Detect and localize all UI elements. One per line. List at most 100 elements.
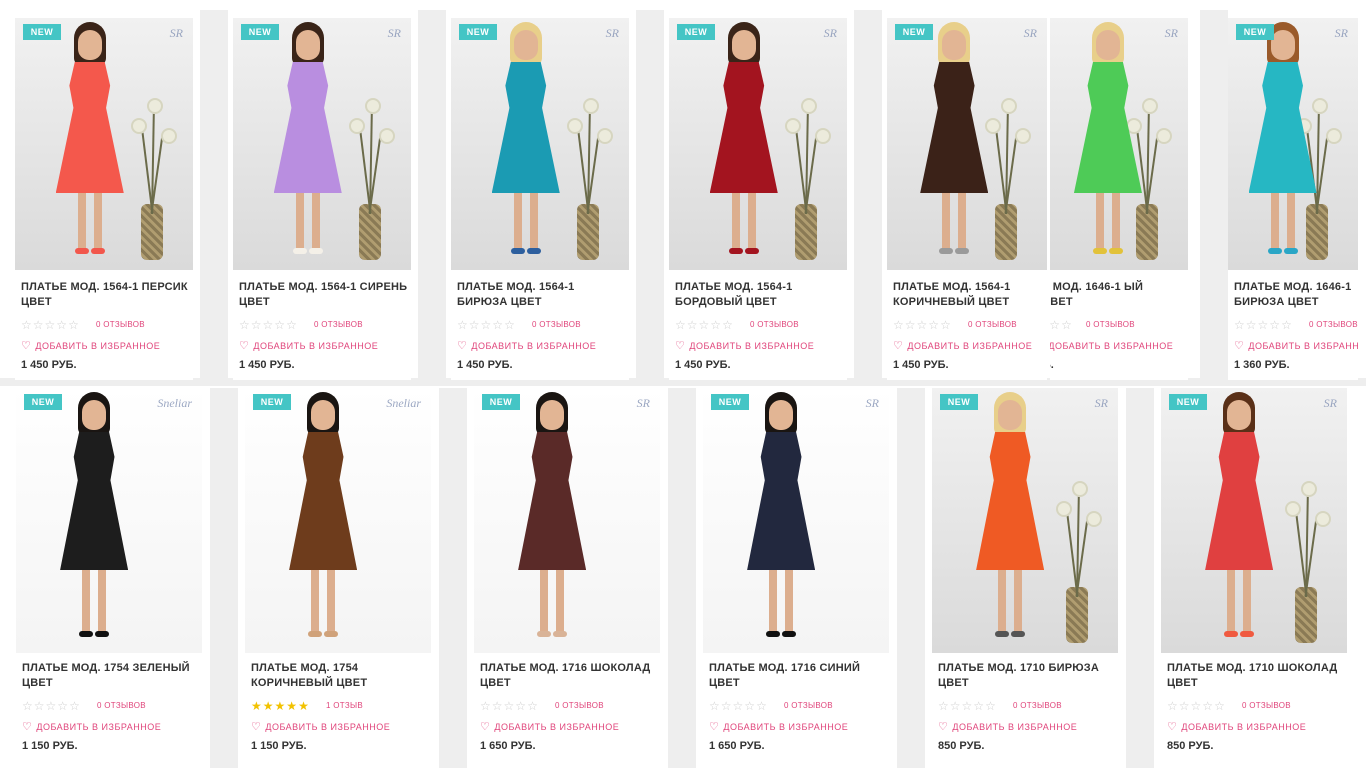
star-icon[interactable]: ☆ — [33, 318, 45, 332]
add-to-favorites-link[interactable]: ♡ДОБАВИТЬ В ИЗБРАННОЕ — [239, 339, 378, 352]
product-photo[interactable]: NEW SR — [703, 388, 889, 653]
star-icon[interactable]: ☆ — [893, 318, 905, 332]
reviews-link[interactable]: 0 ОТЗЫВОВ — [1013, 701, 1062, 710]
star-icon[interactable]: ☆ — [928, 318, 940, 332]
star-icon[interactable]: ☆ — [286, 318, 298, 332]
product-photo[interactable]: NEW SR — [932, 388, 1118, 653]
star-icon[interactable]: ☆ — [1281, 318, 1293, 332]
star-icon[interactable]: ☆ — [56, 318, 68, 332]
add-to-favorites-label[interactable]: ДОБАВИТЬ В ИЗБРАННОЕ — [723, 722, 848, 732]
product-card[interactable]: NEW SR ПЛАТЬЕ МОД. 1716 СИНИЙ ЦВЕТ ☆☆☆☆☆ 0 О… — [703, 388, 889, 768]
star-icon[interactable]: ☆ — [1246, 318, 1258, 332]
product-photo[interactable]: NEW SR — [451, 18, 629, 270]
add-to-favorites-label[interactable]: ДОБАВИТЬ В ИЗБРАННОЕ — [471, 341, 596, 351]
product-title[interactable]: ПЛАТЬЕ МОД. 1716 ШОКОЛАД ЦВЕТ — [480, 661, 658, 691]
product-card[interactable]: NEW SR ПЛАТЬЕ МОД. 1710 ШОКОЛАД ЦВЕТ ☆☆☆☆☆ 0… — [1161, 388, 1347, 768]
product-card[interactable]: NEW SR ПЛАТЬЕ МОД. 1564-1 БИРЮЗА ЦВЕТ ☆☆☆☆☆… — [451, 18, 629, 380]
star-icon[interactable]: ☆ — [1214, 699, 1226, 713]
star-icon[interactable]: ★ — [298, 699, 310, 713]
product-title[interactable]: ПЛАТЬЕ МОД. 1754 КОРИЧНЕВЫЙ ЦВЕТ — [251, 661, 429, 691]
star-icon[interactable]: ☆ — [239, 318, 251, 332]
rating-stars[interactable]: ☆☆☆☆☆ — [675, 319, 734, 331]
star-icon[interactable]: ☆ — [973, 699, 985, 713]
product-title[interactable]: ПЛАТЬЕ МОД. 1564-1 ПЕРСИК ЦВЕТ — [21, 280, 191, 310]
star-icon[interactable]: ☆ — [940, 318, 952, 332]
product-photo[interactable]: SR — [1050, 18, 1188, 270]
product-title[interactable]: E МОД. 1646-1 ЫЙ ЦВЕТ — [1050, 280, 1172, 310]
star-icon[interactable]: ☆ — [45, 318, 57, 332]
star-icon[interactable]: ☆ — [263, 318, 275, 332]
add-to-favorites-link[interactable]: ♡ДОБАВИТЬ В ИЗБРАННОЕ — [893, 339, 1032, 352]
rating-stars[interactable]: ☆☆☆☆☆ — [457, 319, 516, 331]
product-card[interactable]: NEW SR ПЛАТЬЕ МОД. 1564-1 БОРДОВЫЙ ЦВЕТ ☆☆☆… — [669, 18, 847, 380]
add-to-favorites-link[interactable]: ♡ДОБАВИТЬ В ИЗБРАННОЕ — [457, 339, 596, 352]
star-icon[interactable]: ☆ — [57, 699, 69, 713]
product-title[interactable]: ПЛАТЬЕ МОД. 1564-1 СИРЕНЬ ЦВЕТ — [239, 280, 409, 310]
star-icon[interactable]: ☆ — [469, 318, 481, 332]
star-icon[interactable]: ☆ — [675, 318, 687, 332]
product-title[interactable]: ПЛАТЬЕ МОД. 1564-1 БОРДОВЫЙ ЦВЕТ — [675, 280, 845, 310]
star-icon[interactable]: ☆ — [504, 318, 516, 332]
star-icon[interactable]: ★ — [275, 699, 287, 713]
star-icon[interactable]: ☆ — [710, 318, 722, 332]
product-photo[interactable]: NEW SR — [15, 18, 193, 270]
reviews-link[interactable]: 0 ОТЗЫВОВ — [1086, 320, 1135, 329]
add-to-favorites-label[interactable]: ДОБАВИТЬ В ИЗБРАННОЕ — [35, 341, 160, 351]
add-to-favorites-label[interactable]: ДОБАВИТЬ В ИЗБРАННОЕ — [1248, 341, 1358, 351]
rating-stars[interactable]: ★★★★★ — [251, 700, 310, 712]
star-icon[interactable]: ☆ — [917, 318, 929, 332]
rating-stars[interactable]: ☆☆☆☆☆ — [239, 319, 298, 331]
product-card[interactable]: NEW Sneliar ПЛАТЬЕ МОД. 1754 ЗЕЛЕНЫЙ ЦВЕТ ☆… — [16, 388, 202, 768]
add-to-favorites-link[interactable]: ♡ДОБАВИТЬ В ИЗБРАННОЕ — [22, 720, 161, 733]
product-title[interactable]: ПЛАТЬЕ МОД. 1754 ЗЕЛЕНЫЙ ЦВЕТ — [22, 661, 200, 691]
star-icon[interactable]: ☆ — [1167, 699, 1179, 713]
reviews-link[interactable]: 0 ОТЗЫВОВ — [968, 320, 1017, 329]
add-to-favorites-label[interactable]: ДОБАВИТЬ В ИЗБРАННОЕ — [36, 722, 161, 732]
star-icon[interactable]: ☆ — [1258, 318, 1270, 332]
reviews-link[interactable]: 0 ОТЗЫВОВ — [97, 701, 146, 710]
product-photo[interactable]: NEW Sneliar — [245, 388, 431, 653]
reviews-link[interactable]: 0 ОТЗЫВОВ — [314, 320, 363, 329]
star-icon[interactable]: ☆ — [744, 699, 756, 713]
star-icon[interactable]: ☆ — [1269, 318, 1281, 332]
rating-stars[interactable]: ☆☆☆☆☆ — [1234, 319, 1293, 331]
reviews-link[interactable]: 0 ОТЗЫВОВ — [1309, 320, 1358, 329]
star-icon[interactable]: ☆ — [1202, 699, 1214, 713]
star-icon[interactable]: ☆ — [1191, 699, 1203, 713]
product-title[interactable]: ПЛАТЬЕ МОД. 1716 СИНИЙ ЦВЕТ — [709, 661, 887, 691]
star-icon[interactable]: ☆ — [756, 699, 768, 713]
product-card[interactable]: NEW Sneliar ПЛАТЬЕ МОД. 1754 КОРИЧНЕВЫЙ ЦВ… — [245, 388, 431, 768]
star-icon[interactable]: ☆ — [69, 699, 81, 713]
star-icon[interactable]: ☆ — [21, 318, 33, 332]
reviews-link[interactable]: 0 ОТЗЫВОВ — [750, 320, 799, 329]
add-to-favorites-link[interactable]: ♡ДОБАВИТЬ В ИЗБРАННОЕ — [709, 720, 848, 733]
star-icon[interactable]: ☆ — [905, 318, 917, 332]
star-icon[interactable]: ☆ — [687, 318, 699, 332]
star-icon[interactable]: ☆ — [68, 318, 80, 332]
star-icon[interactable]: ☆ — [457, 318, 469, 332]
add-to-favorites-label[interactable]: ДОБАВИТЬ В ИЗБРАННОЕ — [952, 722, 1077, 732]
rating-stars[interactable]: ☆☆☆☆☆ — [480, 700, 539, 712]
add-to-favorites-link[interactable]: ♡ДОБАВИТЬ В ИЗБРАННОЕ — [480, 720, 619, 733]
add-to-favorites-link[interactable]: ♡ДОБАВИТЬ В ИЗБРАННОЕ — [1234, 339, 1358, 352]
star-icon[interactable]: ☆ — [492, 699, 504, 713]
product-card[interactable]: NEW SR ПЛАТЬЕ МОД. 1564-1 КОРИЧНЕВЫЙ ЦВЕТ ☆… — [887, 18, 1047, 380]
product-card[interactable]: SR E МОД. 1646-1 ЫЙ ЦВЕТ ☆☆☆☆☆ 0 ОТЗЫВОВ ♡ДО… — [1050, 18, 1188, 380]
add-to-favorites-link[interactable]: ♡ДОБАВИТЬ В ИЗБРАННОЕ — [21, 339, 160, 352]
add-to-favorites-label[interactable]: ДОБАВИТЬ В ИЗБРАННОЕ — [494, 722, 619, 732]
product-title[interactable]: ПЛАТЬЕ МОД. 1564-1 БИРЮЗА ЦВЕТ — [457, 280, 627, 310]
rating-stars[interactable]: ☆☆☆☆☆ — [1050, 319, 1073, 331]
add-to-favorites-link[interactable]: ♡ДОБАВИТЬ В ИЗБРАННОЕ — [938, 720, 1077, 733]
add-to-favorites-label[interactable]: ДОБАВИТЬ В ИЗБРАННОЕ — [1181, 722, 1306, 732]
add-to-favorites-label[interactable]: ДОБАВИТЬ В ИЗБРАННОЕ — [1050, 341, 1173, 351]
product-title[interactable]: ПЛАТЬЕ МОД. 1564-1 КОРИЧНЕВЫЙ ЦВЕТ — [893, 280, 1045, 310]
reviews-link[interactable]: 0 ОТЗЫВОВ — [532, 320, 581, 329]
star-icon[interactable]: ☆ — [480, 699, 492, 713]
product-photo[interactable]: NEW SR — [1228, 18, 1358, 270]
star-icon[interactable]: ☆ — [481, 318, 493, 332]
star-icon[interactable]: ☆ — [274, 318, 286, 332]
star-icon[interactable]: ☆ — [527, 699, 539, 713]
star-icon[interactable]: ☆ — [699, 318, 711, 332]
star-icon[interactable]: ★ — [263, 699, 275, 713]
add-to-favorites-link[interactable]: ♡ДОБАВИТЬ В ИЗБРАННОЕ — [1167, 720, 1306, 733]
